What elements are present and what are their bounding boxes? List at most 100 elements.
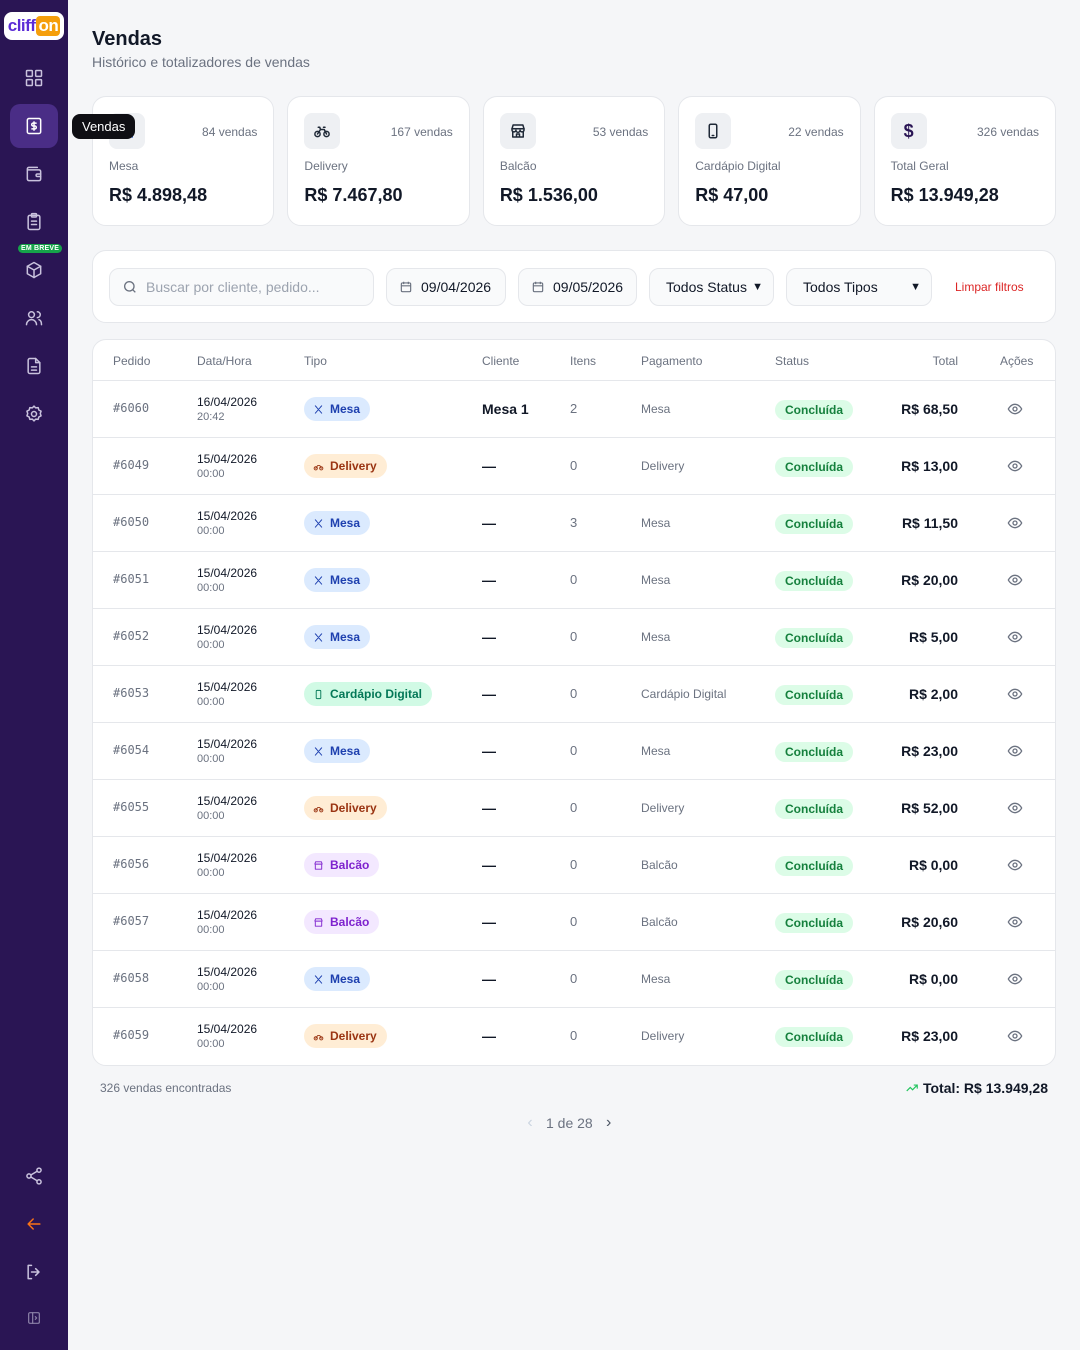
view-order-button[interactable] [1007,458,1025,476]
chevron-down-icon: ▼ [910,281,921,293]
status-badge: Concluída [775,799,854,819]
eye-icon [1007,688,1023,700]
sidebar-item-products[interactable] [10,248,58,292]
card-label: Balcão [499,159,537,173]
sidebar-item-reports[interactable] [10,344,58,388]
type-label: Mesa [330,972,361,986]
card-value: R$ 13.949,28 [890,185,999,205]
type-select[interactable]: Todos Tipos ▼ [786,268,932,306]
sidebar-item-share[interactable] [10,1154,58,1198]
card-count: 22 vendas [788,125,844,139]
view-order-button[interactable] [1007,743,1025,761]
prev-page-button[interactable]: ‹ [520,1114,540,1132]
bike-icon [313,464,324,470]
view-order-button[interactable] [1007,572,1025,590]
status-badge: Concluída [775,742,854,762]
date-to-field[interactable]: 09/05/2026 [518,268,637,306]
view-order-button[interactable] [1007,800,1025,818]
order-date: 15/04/2026 [197,1022,258,1036]
chevron-down-icon: ▼ [752,281,763,293]
order-id[interactable]: #6057 [113,914,149,928]
sidebar-item-collapse[interactable] [10,1296,58,1340]
sidebar-item-orders[interactable] [10,200,58,244]
card-value: R$ 1.536,00 [499,185,598,205]
type-label: Mesa [330,516,361,530]
order-date: 15/04/2026 [197,851,258,865]
date-from-field[interactable]: 09/04/2026 [386,268,506,306]
search-input[interactable] [146,279,366,295]
pagination: ‹ 1 de 28 › [520,1114,619,1132]
status-badge: Concluída [775,571,854,591]
clear-filters-button[interactable]: Limpar filtros [955,280,1024,294]
view-order-button[interactable] [1007,515,1025,533]
sidebar-item-logout[interactable] [10,1250,58,1294]
app-logo[interactable]: cliff on [4,12,64,40]
order-id[interactable]: #6054 [113,743,149,757]
sales-icon [26,117,42,135]
client-name: — [482,686,496,702]
order-id[interactable]: #6050 [113,515,149,529]
order-id[interactable]: #6056 [113,857,149,871]
payment-method: Delivery [641,459,685,473]
order-date: 15/04/2026 [197,680,258,694]
view-order-button[interactable] [1007,971,1025,989]
status-select[interactable]: Todos Status ▼ [649,268,774,306]
table-row[interactable]: #6054 15/04/2026 00:00 Mesa — 0 Mesa Concluída R… [93,723,1055,780]
order-id[interactable]: #6060 [113,401,149,415]
store-icon [499,113,536,149]
page-title: Vendas [92,28,163,50]
table-row[interactable]: #6059 15/04/2026 00:00 Delivery — 0 Delivery Co… [93,1008,1055,1065]
column-header: Total [932,354,958,368]
order-id[interactable]: #6058 [113,971,149,985]
sidebar-item-settings[interactable] [10,392,58,436]
table-row[interactable]: #6050 15/04/2026 00:00 Mesa — 3 Mesa Concluída R… [93,495,1055,552]
order-time: 00:00 [197,582,225,594]
order-date: 15/04/2026 [197,737,258,751]
sidebar-item-sales[interactable] [10,104,58,148]
table-row[interactable]: #6057 15/04/2026 00:00 Balcão — 0 Balcão Conclu… [93,894,1055,951]
next-page-button[interactable]: › [599,1114,619,1132]
view-order-button[interactable] [1007,401,1025,419]
items-count: 0 [570,1028,578,1043]
eye-icon [1007,403,1023,415]
type-badge: Delivery [304,454,387,478]
card-label: Delivery [304,159,348,173]
order-id[interactable]: #6055 [113,800,149,814]
items-count: 0 [570,914,578,929]
table-row[interactable]: #6049 15/04/2026 00:00 Delivery — 0 Delivery Co… [93,438,1055,495]
table-row[interactable]: #6055 15/04/2026 00:00 Delivery — 0 Delivery Co… [93,780,1055,837]
order-id[interactable]: #6049 [113,458,149,472]
table-row[interactable]: #6051 15/04/2026 00:00 Mesa — 0 Mesa Concluída R… [93,552,1055,609]
view-order-button[interactable] [1007,1028,1025,1046]
view-order-button[interactable] [1007,914,1025,932]
table-row[interactable]: #6052 15/04/2026 00:00 Mesa — 0 Mesa Concluída R… [93,609,1055,666]
order-id[interactable]: #6051 [113,572,149,586]
utensils-icon [314,746,323,756]
view-order-button[interactable] [1007,629,1025,647]
document-icon [27,357,41,375]
type-badge: Delivery [304,1024,387,1048]
order-date: 15/04/2026 [197,452,258,466]
grand-total-value: Total: R$ 13.949,28 [922,1080,1048,1096]
sidebar-item-customers[interactable] [10,296,58,340]
utensils-icon [314,518,323,528]
view-order-button[interactable] [1007,686,1025,704]
card-label: Cardápio Digital [695,159,781,173]
sidebar-item-back[interactable] [10,1202,58,1246]
dollar-icon: $ [890,113,927,149]
order-id[interactable]: #6053 [113,686,149,700]
table-row[interactable]: #6060 16/04/2026 20:42 Mesa Mesa 1 2 Mesa Concl… [93,381,1055,438]
order-id[interactable]: #6059 [113,1028,149,1042]
order-id[interactable]: #6052 [113,629,149,643]
type-label: Delivery [330,801,377,815]
table-row[interactable]: #6053 15/04/2026 00:00 Cardápio Digital — 0 Ca… [93,666,1055,723]
client-name: — [482,914,496,930]
view-order-button[interactable] [1007,857,1025,875]
card-total-geral: $ 326 vendas Total Geral R$ 13.949,28 [873,96,1057,226]
calendar-icon [532,281,544,293]
order-date: 15/04/2026 [197,965,258,979]
sidebar-item-wallet[interactable] [10,152,58,196]
table-row[interactable]: #6056 15/04/2026 00:00 Balcão — 0 Balcão Conclu… [93,837,1055,894]
table-row[interactable]: #6058 15/04/2026 00:00 Mesa — 0 Mesa Concluída R… [93,951,1055,1008]
sidebar-item-dashboard[interactable] [10,56,58,100]
